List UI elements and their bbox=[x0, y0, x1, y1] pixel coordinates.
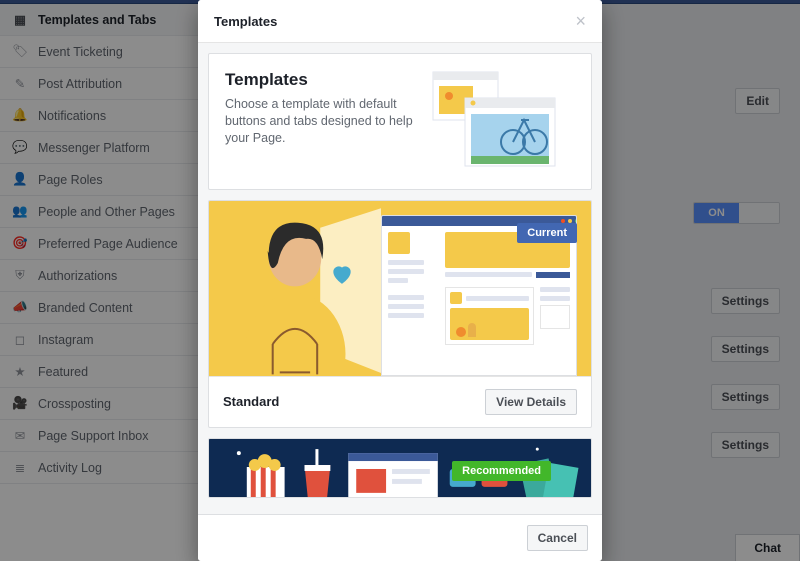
template-name-standard: Standard bbox=[223, 394, 279, 409]
template-illustration-standard: Current bbox=[209, 201, 591, 376]
template-card-next: Recommended bbox=[208, 438, 592, 498]
close-icon[interactable]: × bbox=[575, 12, 586, 30]
templates-modal: Templates × Templates Choose a template … bbox=[198, 0, 602, 561]
modal-overlay: Templates × Templates Choose a template … bbox=[0, 0, 800, 561]
template-illustration-next: Recommended bbox=[209, 439, 591, 497]
intro-panel: Templates Choose a template with default… bbox=[208, 53, 592, 190]
intro-illustration bbox=[425, 70, 575, 173]
view-details-button[interactable]: View Details bbox=[485, 389, 577, 415]
badge-current: Current bbox=[517, 223, 577, 243]
modal-footer: Cancel bbox=[198, 514, 602, 561]
heart-icon bbox=[329, 261, 355, 287]
template-card-standard: Current Standard View Details bbox=[208, 200, 592, 428]
cancel-button[interactable]: Cancel bbox=[527, 525, 588, 551]
modal-body: Templates Choose a template with default… bbox=[198, 43, 602, 514]
modal-title: Templates bbox=[214, 14, 277, 29]
modal-header: Templates × bbox=[198, 0, 602, 43]
intro-body: Choose a template with default buttons a… bbox=[225, 96, 413, 147]
badge-recommended: Recommended bbox=[452, 461, 551, 481]
intro-title: Templates bbox=[225, 70, 413, 90]
